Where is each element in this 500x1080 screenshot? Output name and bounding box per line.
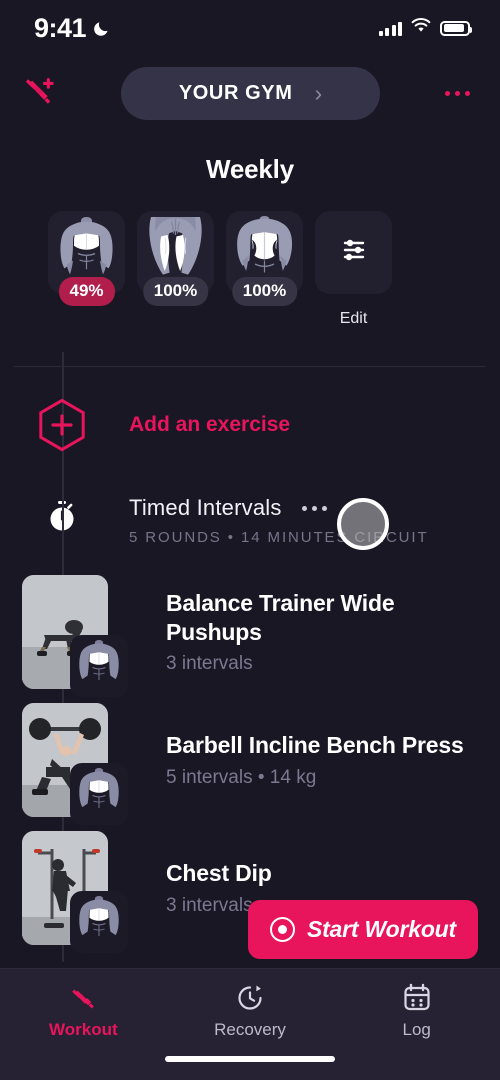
workout-block-title: Timed Intervals xyxy=(129,495,282,520)
tab-workout-label: Workout xyxy=(49,1020,118,1039)
start-workout-button[interactable]: Start Workout xyxy=(247,900,478,959)
status-bar-left: 9:41 xyxy=(34,12,111,43)
weekly-muscle-row: 49% 100% 100% Edit xyxy=(0,185,500,328)
exercise-list: Balance Trainer Wide Pushups 3 intervals xyxy=(0,568,500,953)
hexagon-plus-icon[interactable] xyxy=(30,397,94,453)
exercise-thumbnail-wrap xyxy=(22,575,128,697)
tab-log[interactable]: Log xyxy=(333,983,500,1040)
chest-percent-badge: 49% xyxy=(58,277,115,306)
header-overflow-button[interactable] xyxy=(441,81,474,106)
wifi-icon xyxy=(411,18,431,38)
bottom-tab-bar: Workout Recovery Log xyxy=(0,968,500,1080)
tab-recovery-label: Recovery xyxy=(214,1020,286,1039)
chest-muscle-card-wrap: 49% xyxy=(48,211,125,306)
chevron-right-icon: › xyxy=(314,79,323,106)
edit-muscle-groups-label: Edit xyxy=(339,310,368,327)
more-horizontal-icon-dot xyxy=(301,505,307,511)
exercise-muscle-badge xyxy=(70,763,128,825)
recovery-clock-icon xyxy=(235,983,265,1013)
more-horizontal-icon-dot xyxy=(455,90,460,96)
app-header: YOUR GYM › xyxy=(0,56,500,130)
workout-block-title-row: Timed Intervals xyxy=(129,495,429,521)
gym-selector-button[interactable]: YOUR GYM › xyxy=(121,66,380,120)
exercise-name: Chest Dip xyxy=(166,860,272,887)
tab-workout[interactable]: Workout xyxy=(0,983,167,1040)
app-screen: 9:41 YOUR GYM › Weekly 49% 100% 100% Edi… xyxy=(0,0,500,1080)
add-exercise-label[interactable]: Add an exercise xyxy=(129,413,290,437)
sliders-icon xyxy=(337,233,371,272)
legs-muscle-card[interactable]: 100% xyxy=(137,211,214,306)
workout-block-subtitle: 5 ROUNDS • 14 MINUTES CIRCUIT xyxy=(129,529,429,546)
list-item[interactable]: Barbell Incline Bench Press 5 intervals … xyxy=(0,696,500,825)
add-exercise-row[interactable]: Add an exercise xyxy=(0,367,500,453)
status-time: 9:41 xyxy=(34,12,87,43)
exercise-name: Balance Trainer Wide Pushups xyxy=(166,589,395,645)
exercise-thumbnail-wrap xyxy=(22,831,128,953)
legs-percent-badge: 100% xyxy=(142,277,209,306)
dumbbell-icon xyxy=(68,983,98,1013)
back-percent-badge: 100% xyxy=(231,277,298,306)
status-bar-right xyxy=(378,18,472,38)
record-circle-icon xyxy=(269,917,295,942)
tab-log-label: Log xyxy=(402,1020,431,1039)
exercise-muscle-badge xyxy=(70,891,128,953)
dumbbell-plus-icon[interactable] xyxy=(18,70,60,117)
exercise-text: Barbell Incline Bench Press 5 intervals … xyxy=(166,731,500,788)
home-indicator xyxy=(165,1056,335,1062)
workout-block-header: Timed Intervals 5 ROUNDS • 14 MINUTES CI… xyxy=(0,453,500,546)
legs-muscle-card-wrap: 100% xyxy=(137,211,214,306)
back-muscle-card[interactable]: 100% xyxy=(226,211,303,306)
start-workout-label: Start Workout xyxy=(306,916,456,942)
chest-muscle-card[interactable]: 49% xyxy=(48,211,125,306)
workout-block-overflow-button[interactable] xyxy=(301,505,327,511)
exercise-name: Barbell Incline Bench Press xyxy=(166,732,464,759)
calendar-icon xyxy=(403,983,431,1013)
exercise-detail: 5 intervals • 14 kg xyxy=(166,766,317,788)
exercise-detail: 3 intervals xyxy=(166,653,253,675)
back-muscle-card-wrap: 100% xyxy=(226,211,303,306)
more-horizontal-icon-dot xyxy=(445,90,450,96)
list-item[interactable]: Balance Trainer Wide Pushups 3 intervals xyxy=(0,568,500,697)
status-bar: 9:41 xyxy=(0,0,500,56)
weekly-title: Weekly xyxy=(206,154,294,184)
cellular-signal-icon xyxy=(378,21,402,36)
more-horizontal-icon-dot xyxy=(321,505,327,511)
edit-muscle-groups-button[interactable] xyxy=(315,211,392,294)
more-horizontal-icon-dot xyxy=(311,505,317,511)
battery-icon xyxy=(440,20,472,36)
tab-recovery[interactable]: Recovery xyxy=(167,983,334,1040)
exercise-muscle-badge xyxy=(70,635,128,697)
gym-selector-label: YOUR GYM xyxy=(178,81,293,104)
edit-muscle-groups-wrap: Edit xyxy=(315,211,392,328)
exercise-thumbnail-wrap xyxy=(22,703,128,825)
more-horizontal-icon-dot xyxy=(465,90,470,96)
workout-block-text: Timed Intervals 5 ROUNDS • 14 MINUTES CI… xyxy=(129,495,429,546)
crescent-moon-icon xyxy=(93,19,111,37)
exercise-text: Balance Trainer Wide Pushups 3 intervals xyxy=(166,589,500,676)
